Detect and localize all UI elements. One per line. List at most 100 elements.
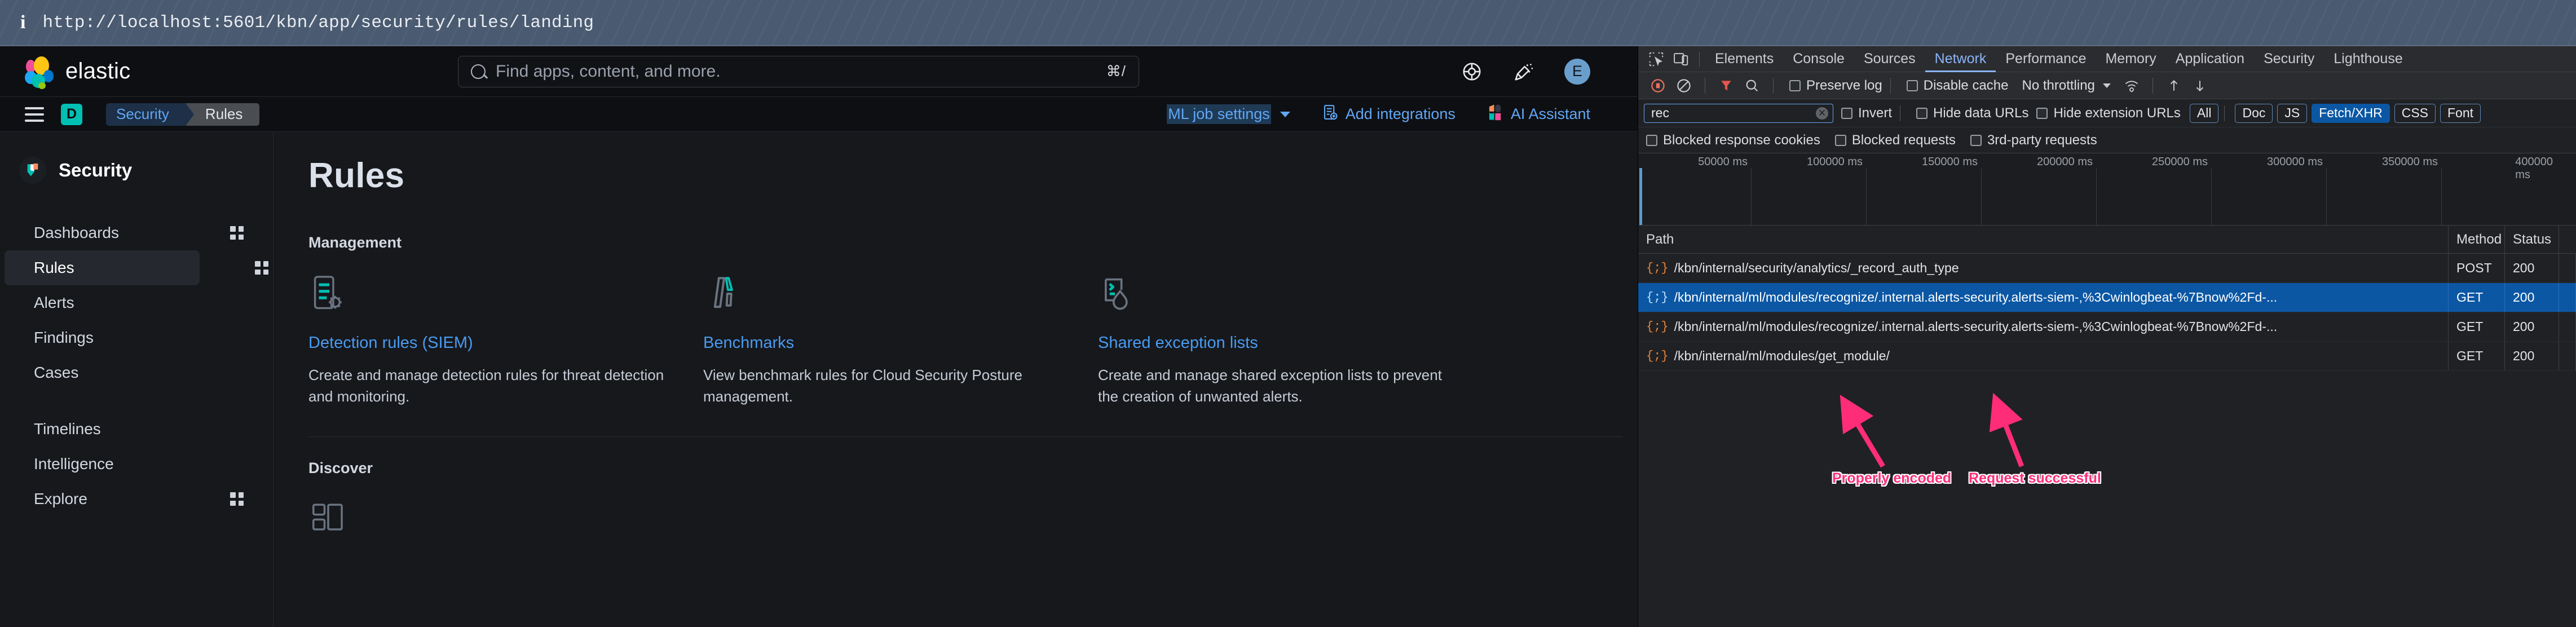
network-table-header: Path Method Status [1638, 226, 2576, 254]
column-header-overflow [2559, 226, 2576, 253]
devtools-panel: Elements Console Sources Network Perform… [1638, 46, 2576, 627]
request-path-cell[interactable]: {;} /kbn/internal/ml/modules/get_module/ [1638, 342, 2449, 370]
tab-elements[interactable]: Elements [1705, 46, 1783, 72]
search-icon[interactable] [1739, 74, 1765, 97]
grid-icon[interactable] [230, 492, 244, 506]
throttling-select[interactable]: No throttling [2016, 78, 2111, 94]
hide-extension-urls-checkbox[interactable] [2036, 107, 2048, 119]
invert-toggle[interactable]: Invert [1841, 105, 1892, 121]
request-path-cell[interactable]: {;} /kbn/internal/ml/modules/recognize/.… [1638, 312, 2449, 341]
card-title[interactable]: Shared exception lists [1098, 334, 1459, 352]
space-avatar[interactable]: D [61, 103, 82, 125]
blocked-requests-toggle[interactable]: Blocked requests [1834, 133, 1956, 148]
ml-job-settings-button[interactable]: ML job settings [1167, 104, 1290, 124]
sidebar-item-findings[interactable]: Findings [5, 320, 268, 355]
request-path-cell[interactable]: {;} /kbn/internal/security/analytics/_re… [1638, 254, 2449, 282]
preserve-log-checkbox[interactable] [1789, 80, 1801, 91]
column-header-path[interactable]: Path [1638, 226, 2449, 253]
network-filter-input[interactable]: rec ✕ [1644, 103, 1833, 123]
discover-card-icon[interactable] [308, 497, 1604, 540]
sidebar-item-intelligence[interactable]: Intelligence [5, 447, 268, 482]
grid-icon[interactable] [230, 226, 244, 240]
sidebar-item-dashboards[interactable]: Dashboards [5, 215, 268, 250]
blocked-response-cookies-toggle[interactable]: Blocked response cookies [1646, 133, 1820, 148]
tab-application[interactable]: Application [2166, 46, 2254, 72]
card-title[interactable]: Detection rules (SIEM) [308, 334, 669, 352]
third-party-requests-toggle[interactable]: 3rd-party requests [1970, 133, 2097, 148]
table-row[interactable]: {;} /kbn/internal/ml/modules/recognize/.… [1638, 283, 2576, 312]
search-shortcut-hint: ⌘/ [1106, 63, 1126, 80]
user-avatar[interactable]: E [1564, 58, 1590, 85]
clear-filter-icon[interactable]: ✕ [1816, 107, 1828, 120]
sidebar-item-explore[interactable]: Explore [5, 482, 268, 516]
blocked-requests-checkbox[interactable] [1834, 134, 1846, 146]
card-benchmarks[interactable]: Benchmarks View benchmark rules for Clou… [703, 273, 1098, 407]
request-path-cell[interactable]: {;} /kbn/internal/ml/modules/recognize/.… [1638, 283, 2449, 312]
column-header-method[interactable]: Method [2449, 226, 2505, 253]
network-filter-bar: rec ✕ Invert Hide data URLs Hide extensi… [1638, 99, 2576, 127]
help-ring-icon[interactable] [1461, 60, 1483, 83]
type-filter-all[interactable]: All [2189, 103, 2219, 123]
import-har-icon[interactable] [2161, 74, 2187, 97]
add-integrations-button[interactable]: Add integrations [1322, 104, 1455, 125]
network-conditions-icon[interactable] [2119, 74, 2145, 97]
export-har-icon[interactable] [2187, 74, 2213, 97]
inspect-element-icon[interactable] [1644, 48, 1669, 70]
card-title[interactable]: Benchmarks [703, 334, 1064, 352]
sidebar-item-cases[interactable]: Cases [5, 355, 268, 390]
header-actions: E [1461, 58, 1613, 85]
card-detection-rules[interactable]: Detection rules (SIEM) Create and manage… [308, 273, 703, 407]
hide-data-urls-checkbox[interactable] [1916, 107, 1928, 119]
sidebar-item-rules[interactable]: Rules [5, 250, 268, 285]
filter-funnel-icon[interactable] [1713, 74, 1739, 97]
clear-network-icon[interactable] [1671, 74, 1697, 97]
global-search-input[interactable]: Find apps, content, and more. ⌘/ [458, 55, 1139, 87]
tab-memory[interactable]: Memory [2096, 46, 2165, 72]
table-row[interactable]: {;} /kbn/internal/ml/modules/recognize/.… [1638, 312, 2576, 342]
request-overflow [2559, 342, 2576, 370]
ai-assistant-button[interactable]: AI Assistant [1487, 103, 1590, 125]
tab-sources[interactable]: Sources [1854, 46, 1925, 72]
table-row[interactable]: {;} /kbn/internal/ml/modules/get_module/… [1638, 342, 2576, 371]
tab-lighthouse[interactable]: Lighthouse [2324, 46, 2412, 72]
sidebar-item-timelines[interactable]: Timelines [5, 412, 268, 447]
column-header-status[interactable]: Status [2505, 226, 2559, 253]
tab-network[interactable]: Network [1925, 46, 1996, 72]
tab-security[interactable]: Security [2254, 46, 2324, 72]
tab-console[interactable]: Console [1783, 46, 1854, 72]
tab-performance[interactable]: Performance [1996, 46, 2096, 72]
network-overview-timeline[interactable]: 50000 ms 100000 ms 150000 ms 200000 ms 2… [1638, 153, 2576, 226]
management-section-label: Management [308, 234, 402, 251]
whats-new-icon[interactable] [1512, 60, 1535, 83]
card-shared-exception-lists[interactable]: Shared exception lists Create and manage… [1098, 273, 1493, 407]
toolbar-divider [1773, 77, 1774, 94]
sidebar-item-alerts[interactable]: Alerts [5, 285, 268, 320]
hide-extension-urls-toggle[interactable]: Hide extension URLs [2036, 105, 2181, 121]
sidebar-item-label: Rules [34, 259, 74, 276]
disable-cache-toggle[interactable]: Disable cache [1906, 78, 2008, 94]
breadcrumb-security[interactable]: Security [106, 103, 194, 126]
type-filter-fetch-xhr[interactable]: Fetch/XHR [2312, 103, 2390, 123]
device-toolbar-icon[interactable] [1669, 48, 1693, 70]
card-description: Create and manage shared exception lists… [1098, 367, 1442, 405]
url-text[interactable]: http://localhost:5601/kbn/app/security/r… [42, 13, 594, 33]
invert-checkbox[interactable] [1841, 107, 1852, 119]
disable-cache-checkbox[interactable] [1906, 80, 1918, 91]
hamburger-icon[interactable] [25, 107, 44, 122]
grid-icon[interactable] [255, 261, 268, 275]
type-filter-css[interactable]: CSS [2394, 103, 2436, 123]
sidebar-item-label: Explore [34, 490, 87, 507]
info-icon: i [20, 12, 26, 33]
type-filter-font[interactable]: Font [2440, 103, 2481, 123]
third-party-requests-checkbox[interactable] [1970, 134, 1982, 146]
request-status: 200 [2505, 254, 2559, 282]
blocked-response-cookies-checkbox[interactable] [1646, 134, 1657, 146]
hide-data-urls-toggle[interactable]: Hide data URLs [1916, 105, 2028, 121]
preserve-log-toggle[interactable]: Preserve log [1789, 78, 1882, 94]
record-stop-icon[interactable] [1645, 74, 1671, 97]
type-filter-js[interactable]: JS [2277, 103, 2308, 123]
table-row[interactable]: {;} /kbn/internal/security/analytics/_re… [1638, 254, 2576, 283]
type-filter-doc[interactable]: Doc [2235, 103, 2273, 123]
breadcrumb-rules[interactable]: Rules [186, 103, 260, 126]
elastic-logo[interactable]: elastic [25, 56, 453, 89]
